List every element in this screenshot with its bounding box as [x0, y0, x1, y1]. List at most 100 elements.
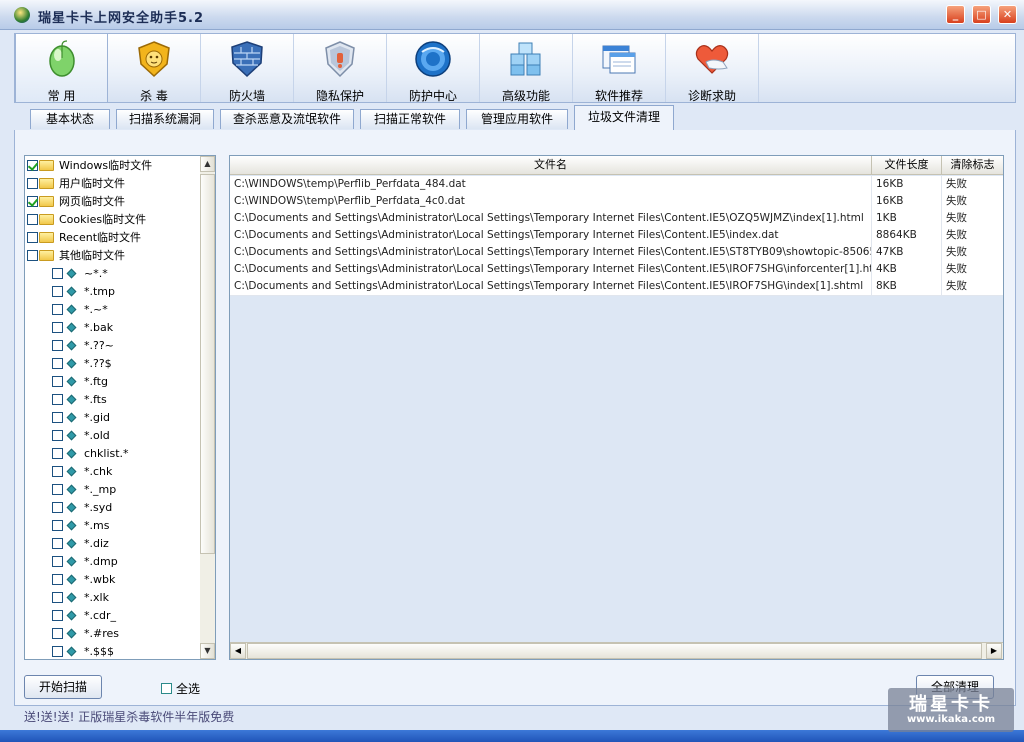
toolbar-firewall-button[interactable]: 防火墙 — [201, 34, 294, 103]
file-type-icon — [66, 628, 77, 639]
file-type-icon — [66, 358, 77, 369]
tab-basic-status[interactable]: 基本状态 — [30, 109, 110, 129]
close-button[interactable]: ✕ — [998, 5, 1017, 24]
tree-label: Cookies临时文件 — [59, 213, 147, 226]
table-row[interactable]: C:\WINDOWS\temp\Perflib_Perfdata_4c0.dat… — [230, 193, 1003, 211]
checkbox[interactable] — [52, 556, 63, 567]
checkbox[interactable] — [27, 196, 38, 207]
checkbox[interactable] — [52, 538, 63, 549]
start-scan-button[interactable]: 开始扫描 — [24, 675, 102, 699]
toolbar-common-button[interactable]: 常 用 — [15, 34, 108, 103]
tab-manage-apps[interactable]: 管理应用软件 — [466, 109, 568, 129]
checkbox[interactable] — [52, 304, 63, 315]
checkbox[interactable] — [52, 628, 63, 639]
scroll-right-button[interactable]: ▶ — [986, 643, 1002, 659]
table-cell: 4KB — [872, 261, 942, 278]
scroll-thumb[interactable] — [200, 174, 215, 554]
table-cell: 8864KB — [872, 227, 942, 244]
file-type-icon — [66, 610, 77, 621]
checkbox[interactable] — [27, 160, 38, 171]
column-header-filename[interactable]: 文件名 — [230, 156, 872, 174]
checkbox[interactable] — [52, 466, 63, 477]
table-cell: 失败 — [942, 244, 1003, 261]
table-cell: C:\WINDOWS\temp\Perflib_Perfdata_484.dat — [230, 176, 872, 193]
toolbar-antivirus-button[interactable]: 杀 毒 — [108, 34, 201, 103]
scroll-thumb[interactable] — [247, 643, 982, 659]
toolbar-advanced-button[interactable]: 高级功能 — [480, 34, 573, 103]
scroll-up-button[interactable]: ▲ — [200, 156, 215, 172]
tree-label: *.#res — [84, 627, 119, 640]
tree-label: *.wbk — [84, 573, 116, 586]
mouse-icon — [49, 40, 75, 77]
tree-label: *.??$ — [84, 357, 112, 370]
checkbox[interactable] — [52, 286, 63, 297]
tree-label: *.tmp — [84, 285, 116, 298]
file-type-icon — [66, 340, 77, 351]
table-cell: 失败 — [942, 176, 1003, 193]
checkbox[interactable] — [27, 250, 38, 261]
checkbox[interactable] — [52, 340, 63, 351]
file-list[interactable]: 文件名 文件长度 清除标志 C:\WINDOWS\temp\Perflib_Pe… — [229, 155, 1004, 660]
junk-category-tree[interactable]: Windows临时文件 用户临时文件 网页临时文件 Cookies临时文件 Recent… — [24, 155, 216, 660]
cubes-icon — [510, 42, 541, 76]
app-logo-icon — [14, 7, 30, 23]
list-horizontal-scrollbar[interactable]: ◀ ▶ — [230, 642, 1003, 659]
toolbar-label: 防火墙 — [228, 89, 265, 103]
tree-vertical-scrollbar[interactable]: ▲ ▼ — [200, 156, 215, 659]
checkbox[interactable] — [52, 394, 63, 405]
checkbox[interactable] — [52, 484, 63, 495]
checkbox[interactable] — [161, 683, 172, 694]
checkbox[interactable] — [52, 646, 63, 657]
file-type-icon — [66, 556, 77, 567]
checkbox[interactable] — [52, 574, 63, 585]
scroll-left-button[interactable]: ◀ — [230, 643, 246, 659]
column-header-status[interactable]: 清除标志 — [942, 156, 1003, 174]
table-cell: 失败 — [942, 227, 1003, 244]
checkbox[interactable] — [52, 268, 63, 279]
table-row[interactable]: C:\Documents and Settings\Administrator\… — [230, 244, 1003, 262]
toolbar-label: 隐私保护 — [315, 89, 364, 103]
column-header-size[interactable]: 文件长度 — [872, 156, 942, 174]
table-row[interactable]: C:\Documents and Settings\Administrator\… — [230, 278, 1003, 296]
toolbar-diagnose-help-button[interactable]: 诊断求助 — [666, 34, 759, 103]
checkbox[interactable] — [52, 610, 63, 621]
toolbar-privacy-button[interactable]: 隐私保护 — [294, 34, 387, 103]
checkbox[interactable] — [52, 592, 63, 603]
scroll-down-button[interactable]: ▼ — [200, 643, 215, 659]
checkbox[interactable] — [52, 430, 63, 441]
checkbox[interactable] — [52, 520, 63, 531]
firewall-icon — [231, 41, 263, 78]
maximize-button[interactable]: □ — [972, 5, 991, 24]
select-all-label: 全选 — [176, 682, 201, 696]
minimize-button[interactable]: _ — [946, 5, 965, 24]
checkbox[interactable] — [27, 232, 38, 243]
tab-junk-file-cleanup[interactable]: 垃圾文件清理 — [574, 105, 674, 130]
privacy-shield-icon — [325, 41, 355, 78]
checkbox[interactable] — [52, 502, 63, 513]
file-type-icon — [66, 646, 77, 657]
title-bar[interactable]: 瑞星卡卡上网安全助手5.2 _ □ ✕ — [0, 0, 1024, 30]
table-row[interactable]: C:\Documents and Settings\Administrator\… — [230, 261, 1003, 279]
checkbox[interactable] — [52, 322, 63, 333]
checkbox[interactable] — [52, 358, 63, 369]
tab-scan-normal-software[interactable]: 扫描正常软件 — [360, 109, 460, 129]
tree-label: Recent临时文件 — [59, 231, 142, 244]
table-cell: 47KB — [872, 244, 942, 261]
table-cell: 失败 — [942, 261, 1003, 278]
checkbox[interactable] — [27, 178, 38, 189]
table-row[interactable]: C:\Documents and Settings\Administrator\… — [230, 210, 1003, 228]
tree-label: *.~* — [84, 303, 108, 316]
table-row[interactable]: C:\WINDOWS\temp\Perflib_Perfdata_484.dat… — [230, 176, 1003, 194]
checkbox[interactable] — [27, 214, 38, 225]
toolbar-protection-center-button[interactable]: 防护中心 — [387, 34, 480, 103]
checkbox[interactable] — [52, 412, 63, 423]
checkbox[interactable] — [52, 448, 63, 459]
tree-label: Windows临时文件 — [59, 159, 153, 172]
toolbar-software-recommend-button[interactable]: 软件推荐 — [573, 34, 666, 103]
table-row[interactable]: C:\Documents and Settings\Administrator\… — [230, 227, 1003, 245]
checkbox[interactable] — [52, 376, 63, 387]
table-cell: 1KB — [872, 210, 942, 227]
tab-scan-vulnerabilities[interactable]: 扫描系统漏洞 — [116, 109, 214, 129]
status-bar-promo[interactable]: 送!送!送! 正版瑞星杀毒软件半年版免费 — [14, 706, 1016, 728]
tab-malware-scan[interactable]: 查杀恶意及流氓软件 — [220, 109, 354, 129]
